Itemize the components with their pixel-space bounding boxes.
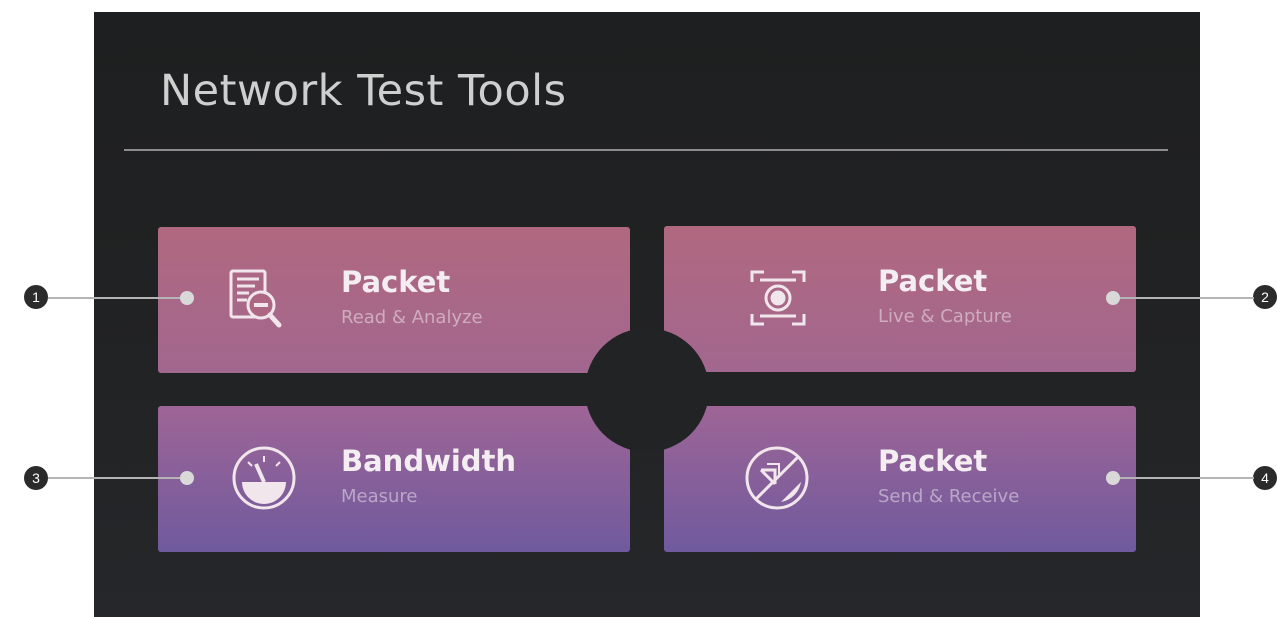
page-title: Network Test Tools [160, 66, 567, 116]
center-disc [585, 328, 709, 452]
tile-heading: Packet [878, 444, 988, 478]
callout-line-1 [48, 297, 186, 299]
callout-dot-4 [1106, 471, 1120, 485]
tile-packet-live-capture[interactable]: Packet Live & Capture [664, 226, 1136, 372]
document-magnifier-icon [221, 263, 293, 335]
capture-frame-icon [742, 262, 814, 334]
tile-packet-read-analyze[interactable]: Packet Read & Analyze [158, 227, 630, 373]
callout-badge-4: 4 [1253, 466, 1277, 490]
title-divider [124, 149, 1168, 151]
gauge-icon [228, 442, 300, 514]
tile-heading: Packet [878, 264, 988, 298]
callout-dot-3 [180, 471, 194, 485]
tile-heading: Packet [341, 265, 451, 299]
tile-bandwidth-measure[interactable]: Bandwidth Measure [158, 406, 630, 552]
tools-screen: Network Test Tools Packet Read & Analyze [94, 12, 1200, 617]
send-receive-arrows-icon [741, 442, 813, 514]
tile-heading: Bandwidth [341, 444, 517, 478]
callout-dot-2 [1106, 291, 1120, 305]
tile-subtitle: Measure [341, 486, 418, 507]
tile-subtitle: Live & Capture [878, 306, 1012, 327]
tile-packet-send-receive[interactable]: Packet Send & Receive [664, 406, 1136, 552]
tile-subtitle: Send & Receive [878, 486, 1020, 507]
callout-dot-1 [180, 291, 194, 305]
callout-line-2 [1114, 297, 1254, 299]
tile-subtitle: Read & Analyze [341, 307, 483, 328]
callout-badge-1: 1 [24, 285, 48, 309]
callout-line-3 [48, 477, 186, 479]
callout-badge-2: 2 [1253, 285, 1277, 309]
callout-line-4 [1114, 477, 1254, 479]
callout-badge-3: 3 [24, 466, 48, 490]
